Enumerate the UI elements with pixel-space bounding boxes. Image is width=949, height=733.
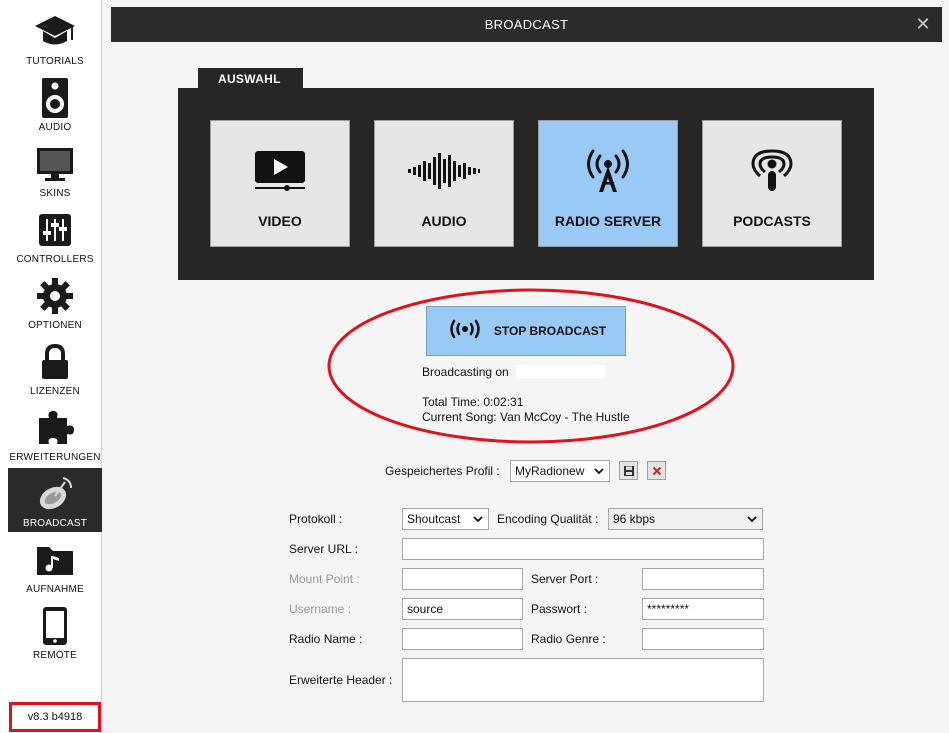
encoding-select[interactable]: 96 kbps	[608, 508, 763, 530]
sidebar-item-label: AUDIO	[38, 122, 72, 133]
profile-select[interactable]: MyRadionew	[510, 460, 610, 482]
window-titlebar: BROADCAST ✕	[111, 7, 942, 42]
save-icon	[623, 465, 634, 476]
server-port-input[interactable]	[642, 568, 764, 590]
server-url-input[interactable]	[402, 538, 764, 560]
radio-name-label: Radio Name :	[289, 632, 363, 646]
server-url-label: Server URL :	[289, 542, 358, 556]
option-label: RADIO SERVER	[554, 213, 662, 229]
mount-point-input[interactable]	[402, 568, 523, 590]
podcast-icon	[703, 147, 841, 195]
gear-icon	[8, 274, 102, 318]
username-input[interactable]	[402, 598, 523, 620]
sidebar-item-remote[interactable]: REMOTE	[8, 600, 102, 664]
username-label: Username :	[289, 602, 352, 616]
encoding-select-value: 96 kbps	[613, 512, 656, 526]
sidebar-item-optionen[interactable]: OPTIONEN	[8, 270, 102, 334]
radio-genre-label: Radio Genre :	[531, 632, 606, 646]
version-label: v8.3 b4918	[9, 702, 101, 732]
sidebar-item-label: OPTIONEN	[28, 320, 82, 331]
video-play-icon	[211, 147, 349, 195]
server-port-label: Server Port :	[531, 572, 599, 586]
protokoll-select[interactable]: Shoutcast	[402, 508, 489, 530]
option-video[interactable]: VIDEO	[210, 120, 350, 247]
password-input[interactable]	[642, 598, 764, 620]
protokoll-select-value: Shoutcast	[407, 512, 461, 526]
sidebar-item-audio[interactable]: AUDIO	[8, 72, 102, 136]
music-folder-icon	[8, 538, 102, 582]
option-label: AUDIO	[421, 213, 467, 229]
sidebar-item-broadcast[interactable]: BROADCAST	[8, 468, 102, 532]
sidebar-item-label: AUFNAHME	[26, 584, 84, 595]
broadcast-dish-icon	[8, 472, 102, 516]
phone-icon	[8, 604, 102, 648]
delete-profile-button[interactable]	[647, 461, 666, 480]
monitor-icon	[8, 142, 102, 186]
option-podcasts[interactable]: PODCASTS	[702, 120, 842, 247]
chevron-down-icon	[473, 516, 483, 523]
waveform-icon	[375, 147, 513, 195]
selection-tab-label: AUSWAHL	[198, 68, 303, 90]
password-label: Passwort :	[531, 602, 588, 616]
sidebar-item-erweiterungen[interactable]: ERWEITERUNGEN	[8, 402, 102, 466]
option-label: PODCASTS	[733, 213, 811, 229]
sidebar-item-label: SKINS	[39, 188, 71, 199]
sidebar-item-skins[interactable]: SKINS	[8, 138, 102, 202]
close-icon[interactable]: ✕	[914, 14, 932, 34]
lock-icon	[8, 340, 102, 384]
option-label: VIDEO	[258, 213, 302, 229]
option-audio[interactable]: AUDIO	[374, 120, 514, 247]
sidebar-item-aufnahme[interactable]: AUFNAHME	[8, 534, 102, 598]
protokoll-label: Protokoll :	[289, 512, 343, 526]
profile-select-value: MyRadionew	[515, 464, 585, 478]
profile-label: Gespeichertes Profil :	[385, 464, 500, 478]
sidebar-item-label: CONTROLLERS	[16, 254, 94, 265]
sliders-icon	[8, 208, 102, 252]
save-profile-button[interactable]	[619, 461, 638, 480]
delete-icon	[652, 466, 661, 475]
radio-name-input[interactable]	[402, 628, 523, 650]
option-radio-server[interactable]: RADIO SERVER	[538, 120, 678, 247]
chevron-down-icon	[747, 516, 757, 523]
puzzle-icon	[8, 406, 102, 450]
sidebar-item-tutorials[interactable]: TUTORIALS	[8, 6, 102, 70]
radio-tower-icon	[539, 147, 677, 195]
sidebar-item-controllers[interactable]: CONTROLLERS	[8, 204, 102, 268]
headers-textarea[interactable]	[402, 658, 764, 702]
radio-genre-input[interactable]	[642, 628, 764, 650]
sidebar-item-lizenzen[interactable]: LIZENZEN	[8, 336, 102, 400]
sidebar-item-label: TUTORIALS	[26, 56, 84, 67]
annotation-ellipse	[327, 288, 735, 444]
window-title: BROADCAST	[484, 17, 569, 32]
speaker-icon	[8, 76, 102, 120]
graduation-cap-icon	[8, 10, 102, 54]
mount-point-label: Mount Point :	[289, 572, 360, 586]
selection-panel: VIDEO AUDIO RADIO SERVER PODCASTS	[178, 88, 874, 280]
sidebar-item-label: BROADCAST	[22, 518, 88, 529]
chevron-down-icon	[594, 468, 604, 475]
headers-label: Erweiterte Header :	[289, 673, 393, 687]
sidebar-item-label: REMOTE	[33, 650, 77, 661]
sidebar-item-label: ERWEITERUNGEN	[9, 452, 101, 463]
sidebar-item-label: LIZENZEN	[30, 386, 80, 397]
sidebar: TUTORIALS AUDIO SKINS CONTROLLERS OPTION…	[0, 0, 102, 733]
encoding-label: Encoding Qualität :	[497, 512, 599, 526]
